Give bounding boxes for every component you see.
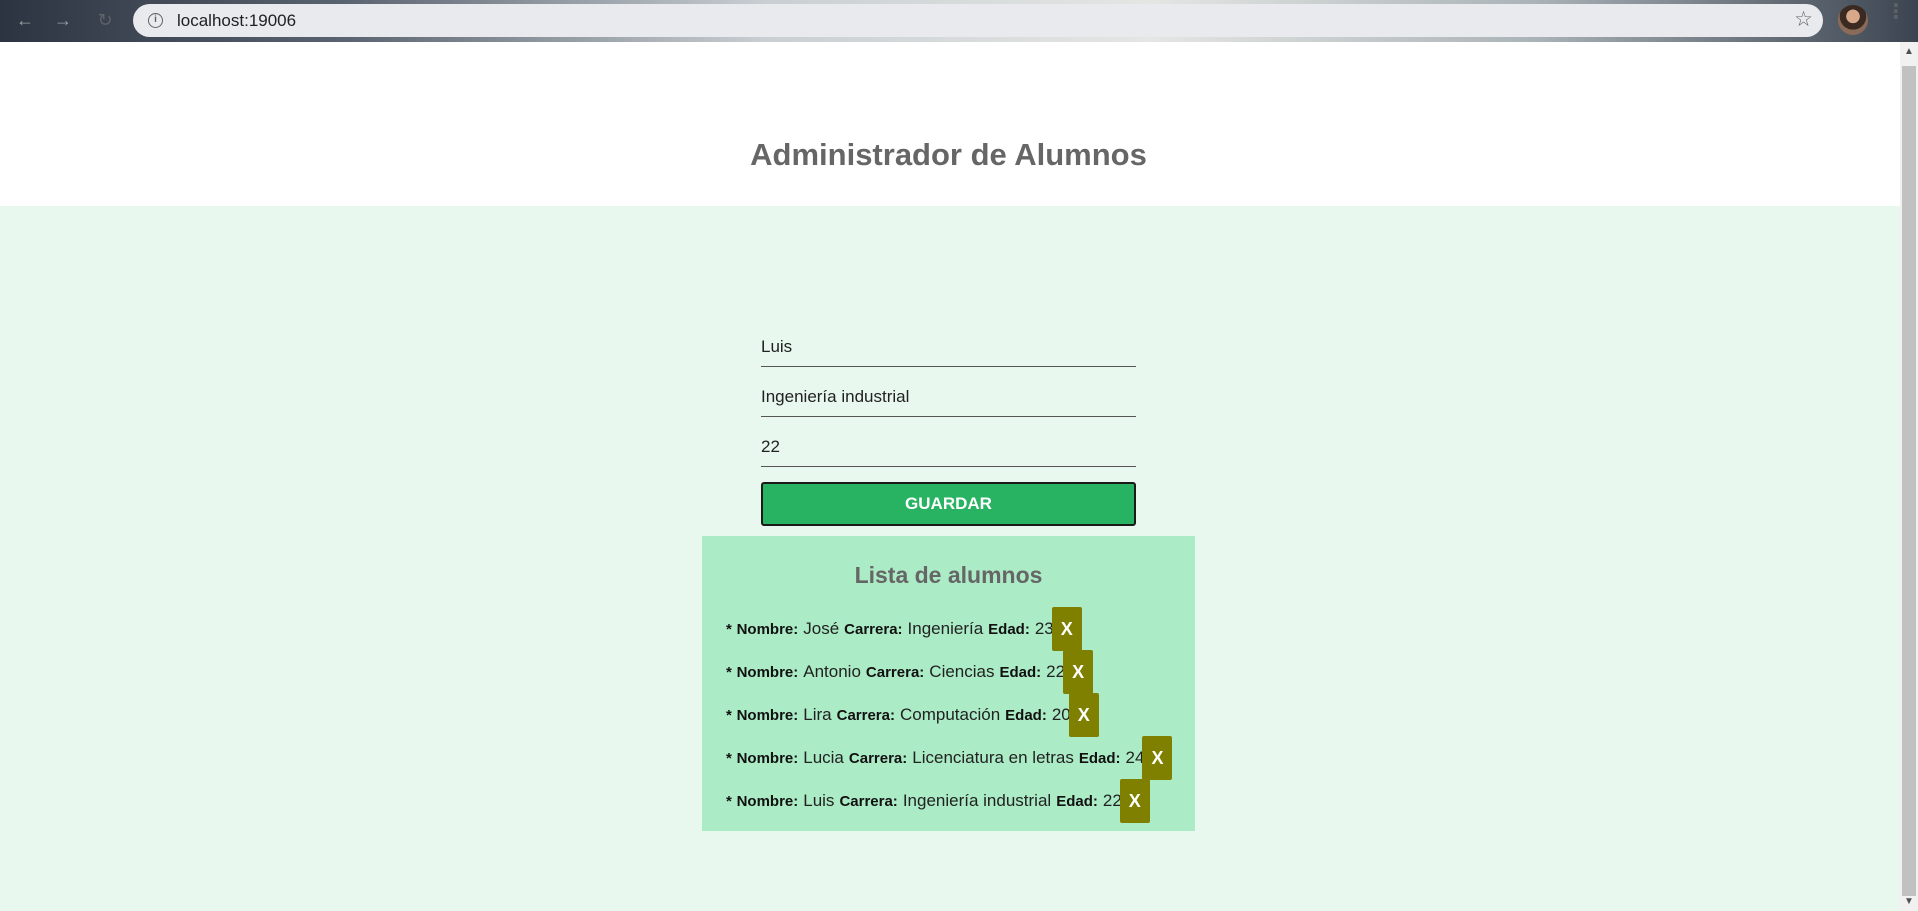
scrollbar-thumb[interactable]: [1902, 66, 1916, 896]
name-label: Nombre:: [736, 620, 799, 638]
page: Administrador de Alumnos GUARDAR Lista d…: [0, 42, 1900, 911]
student-age: 23: [1034, 619, 1054, 638]
reload-icon[interactable]: ↻: [94, 9, 116, 31]
list-item: * Nombre: José Carrera: Ingeniería Edad:…: [726, 607, 1082, 651]
delete-button[interactable]: X: [1068, 693, 1099, 737]
delete-button[interactable]: X: [1051, 607, 1082, 651]
career-label: Carrera:: [839, 792, 898, 810]
age-label: Edad:: [1078, 749, 1121, 767]
list-item: * Nombre: Lira Carrera: Computación Edad…: [726, 693, 1099, 737]
bullet: *: [726, 620, 732, 638]
address-bar[interactable]: i localhost:19006 ☆: [133, 4, 1823, 37]
student-age: 20: [1051, 705, 1071, 724]
career-label: Carrera:: [848, 749, 908, 767]
student-name: Luis: [803, 791, 835, 810]
name-label: Nombre:: [736, 663, 799, 681]
career-label: Carrera:: [836, 706, 895, 724]
list-item: * Nombre: Antonio Carrera: Ciencias Edad…: [726, 650, 1094, 694]
profile-avatar[interactable]: [1838, 5, 1868, 35]
student-career: Computación: [899, 705, 1001, 724]
student-name: José: [803, 619, 840, 638]
delete-button[interactable]: X: [1063, 650, 1094, 694]
bullet: *: [726, 749, 732, 767]
list-title: Lista de alumnos: [854, 562, 1043, 588]
student-name: Lira: [803, 705, 832, 724]
scroll-down-icon[interactable]: ▼: [1904, 896, 1914, 907]
delete-button[interactable]: X: [1142, 736, 1173, 780]
student-career: Licenciatura en letras: [912, 748, 1074, 767]
age-label: Edad:: [988, 620, 1030, 638]
age-label: Edad:: [1005, 706, 1047, 724]
career-label: Carrera:: [844, 620, 903, 638]
kebab-menu-icon[interactable]: ⋮: [1886, 2, 1906, 32]
save-button[interactable]: GUARDAR: [761, 482, 1136, 526]
vertical-scrollbar[interactable]: ▲ ▼: [1900, 42, 1918, 911]
student-list: Lista de alumnos * Nombre: José Carrera:…: [702, 536, 1195, 831]
bullet: *: [726, 706, 732, 724]
header: Administrador de Alumnos: [0, 42, 1900, 206]
student-career: Ingeniería industrial: [902, 791, 1052, 810]
student-name: Lucia: [803, 748, 844, 767]
career-label: Carrera:: [865, 663, 925, 681]
name-label: Nombre:: [736, 792, 799, 810]
arrow-right-icon[interactable]: →: [52, 9, 74, 31]
main-content: GUARDAR Lista de alumnos * Nombre: José …: [0, 206, 1900, 911]
age-label: Edad:: [1056, 792, 1098, 810]
info-icon[interactable]: i: [148, 13, 163, 28]
student-name: Antonio: [803, 662, 861, 681]
student-career: Ciencias: [929, 662, 995, 681]
age-input[interactable]: [761, 427, 1136, 467]
url-text[interactable]: localhost:19006: [177, 11, 296, 31]
bullet: *: [726, 792, 732, 810]
arrow-left-icon[interactable]: ←: [14, 9, 36, 31]
scroll-up-icon[interactable]: ▲: [1904, 46, 1914, 57]
name-label: Nombre:: [736, 706, 799, 724]
page-title: Administrador de Alumnos: [750, 137, 1147, 172]
list-item: * Nombre: Lucia Carrera: Licenciatura en…: [726, 736, 1173, 780]
student-age: 22: [1102, 791, 1122, 810]
bullet: *: [726, 663, 732, 681]
list-item: * Nombre: Luis Carrera: Ingeniería indus…: [726, 779, 1150, 823]
student-career: Ingeniería: [907, 619, 984, 638]
delete-button[interactable]: X: [1119, 779, 1150, 823]
career-input[interactable]: [761, 377, 1136, 417]
name-label: Nombre:: [736, 749, 799, 767]
browser-toolbar: ← → ↻ i localhost:19006 ☆ ⋮: [0, 0, 1918, 42]
age-label: Edad:: [999, 663, 1042, 681]
name-input[interactable]: [761, 327, 1136, 367]
star-icon[interactable]: ☆: [1794, 8, 1813, 32]
